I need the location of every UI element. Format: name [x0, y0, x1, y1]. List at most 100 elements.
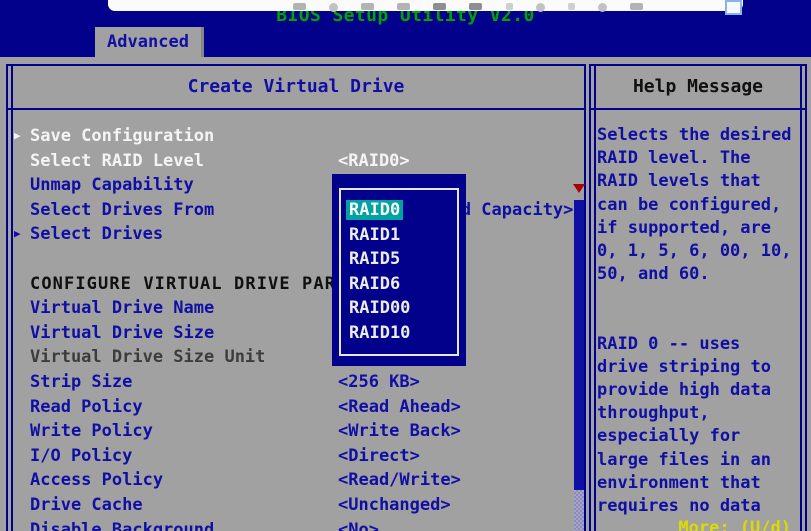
menu-item-label: CONFIGURE VIRTUAL DRIVE PAR — [30, 274, 336, 294]
help-panel-title: Help Message — [591, 66, 805, 110]
menu-item-virtual-drive-size[interactable]: Virtual Drive Size — [14, 321, 570, 346]
help-more-hint: More: (U/d) — [678, 518, 791, 531]
menu-item-access-policy[interactable]: Access Policy <Read/Write> — [14, 468, 570, 493]
menu-item-select-raid-level[interactable]: Select RAID Level <RAID0> — [14, 149, 570, 174]
menu-item-value[interactable]: <Read/Write> — [338, 468, 461, 493]
help-text-line: provide high data — [597, 379, 801, 402]
raid-option-raid10[interactable]: RAID10 — [346, 321, 456, 346]
tab-advanced[interactable]: Advanced — [95, 27, 204, 57]
help-panel: Help Message Selects the desiredRAID lev… — [589, 64, 807, 531]
help-text-line: RAID levels that — [597, 170, 801, 193]
toolbar-rect-icon[interactable] — [293, 3, 306, 10]
browser-toolbar-overlay — [108, 0, 743, 11]
raid-option-raid6[interactable]: RAID6 — [346, 272, 456, 297]
settings-menu: ▶Save ConfigurationSelect RAID Level<RAI… — [14, 124, 570, 531]
raid-level-options: RAID0 RAID1 RAID5 RAID6 RAID00 RAID10 — [346, 198, 456, 346]
toolbar-circle-icon[interactable] — [536, 3, 545, 12]
menu-item-drive-cache[interactable]: Drive Cache <Unchanged> — [14, 493, 570, 518]
menu-item-i-o-policy[interactable]: I/O Policy <Direct> — [14, 444, 570, 469]
submenu-arrow-icon: ▶ — [14, 124, 30, 149]
extension-icon[interactable] — [725, 0, 742, 15]
toolbar-circle-icon[interactable] — [329, 3, 338, 12]
menu-item-select-drives-from[interactable]: Select Drives From<Unconfigured Capacity… — [14, 198, 570, 223]
menu-item-read-policy[interactable]: Read Policy <Read Ahead> — [14, 395, 570, 420]
toolbar-rect-icon[interactable] — [397, 3, 410, 10]
menu-item-value[interactable]: <Write Back> — [338, 419, 461, 444]
help-text-blank-line — [597, 286, 801, 309]
raid-option-raid1[interactable]: RAID1 — [346, 223, 456, 248]
menu-item-label: Virtual Drive Name — [30, 298, 214, 318]
menu-item-value[interactable]: <Direct> — [338, 444, 420, 469]
raid-option-label: RAID00 — [346, 298, 413, 318]
help-text-line: RAID level. The — [597, 147, 801, 170]
toolbar-dark-icon[interactable] — [433, 3, 446, 10]
help-text-line: especially for — [597, 425, 801, 448]
menu-item-label: I/O Policy — [30, 446, 132, 466]
menu-item-label: Read Policy — [30, 397, 143, 417]
scroll-down-icon[interactable] — [573, 184, 585, 193]
menu-item-label: Select RAID Level — [30, 151, 204, 171]
bios-setup-screen: BIOS Setup Utility V2.0 Advanced Create … — [0, 0, 811, 531]
raid-option-label: RAID10 — [346, 323, 413, 343]
raid-option-label: RAID6 — [346, 274, 403, 294]
help-text-line: large files in an — [597, 449, 801, 472]
toolbar-rect-icon[interactable] — [361, 3, 374, 10]
menu-item-virtual-drive-name[interactable]: Virtual Drive Name — [14, 296, 570, 321]
raid-option-label: RAID5 — [346, 249, 403, 269]
create-virtual-drive-panel: Create Virtual Drive ▶Save Configuration… — [6, 64, 586, 531]
menu-item-label: Drive Cache — [30, 495, 143, 515]
raid-option-label: RAID0 — [346, 200, 403, 220]
help-text-line: RAID 0 -- uses — [597, 333, 801, 356]
raid-option-raid0[interactable]: RAID0 — [346, 198, 456, 223]
menu-item-label: Select Drives From — [30, 200, 214, 220]
help-text-line: throughput, — [597, 402, 801, 425]
panel-title: Create Virtual Drive — [8, 66, 584, 110]
help-text-line: can be configured, — [597, 194, 801, 217]
submenu-arrow-icon: ▶ — [14, 222, 30, 247]
menu-item-value[interactable]: <256 KB> — [338, 370, 420, 395]
menu-item-label: Virtual Drive Size Unit — [30, 347, 265, 367]
toolbar-slim-icon[interactable] — [568, 3, 575, 10]
menu-item-label: Disable Background — [30, 520, 214, 531]
menu-item-label: Access Policy — [30, 470, 163, 490]
help-text-blank-line — [597, 310, 801, 333]
menu-item-label: Save Configuration — [30, 126, 214, 146]
menu-item-virtual-drive-size-unit: Virtual Drive Size Unit — [14, 345, 570, 370]
menu-item-value[interactable]: <Read Ahead> — [338, 395, 461, 420]
toolbar-dark-icon[interactable] — [469, 3, 482, 10]
menu-item-label: Write Policy — [30, 421, 153, 441]
menu-item-value[interactable]: <No> — [338, 518, 379, 531]
help-text: Selects the desiredRAID level. TheRAID l… — [597, 124, 801, 518]
menu-row-blank — [14, 247, 570, 272]
menu-item-save-configuration[interactable]: ▶Save Configuration — [14, 124, 570, 149]
raid-option-raid00[interactable]: RAID00 — [346, 296, 456, 321]
menu-item-value[interactable]: <Unchanged> — [338, 493, 451, 518]
menu-item-write-policy[interactable]: Write Policy <Write Back> — [14, 419, 570, 444]
menu-item-value[interactable]: <RAID0> — [338, 149, 410, 174]
menu-item-label: Unmap Capability — [30, 175, 194, 195]
help-text-line: Selects the desired — [597, 124, 801, 147]
raid-level-dropdown: RAID0 RAID1 RAID5 RAID6 RAID00 RAID10 — [332, 174, 466, 366]
help-text-line: environment that — [597, 472, 801, 495]
help-text-line: drive striping to — [597, 356, 801, 379]
menu-item-strip-size[interactable]: Strip Size <256 KB> — [14, 370, 570, 395]
menu-item-configure-virtual-drive-par: CONFIGURE VIRTUAL DRIVE PAR — [14, 272, 570, 297]
toolbar-slim-icon[interactable] — [506, 3, 513, 10]
menu-item-label: Strip Size — [30, 372, 132, 392]
help-text-line: requires no data — [597, 495, 801, 518]
help-text-line: if supported, are — [597, 217, 801, 240]
menu-item-label: Virtual Drive Size — [30, 323, 214, 343]
toolbar-rect-icon[interactable] — [630, 3, 643, 10]
menu-item-unmap-capability[interactable]: Unmap Capability — [14, 173, 570, 198]
scrollbar-track[interactable] — [574, 490, 584, 531]
toolbar-circle-icon[interactable] — [598, 3, 607, 12]
raid-option-label: RAID1 — [346, 225, 403, 245]
scrollbar-thumb[interactable] — [574, 200, 584, 490]
menu-item-label: Select Drives — [30, 224, 163, 244]
help-text-line: 50, and 60. — [597, 263, 801, 286]
menu-item-disable-background[interactable]: Disable Background <No> — [14, 518, 570, 531]
help-text-line: 0, 1, 5, 6, 00, 10, — [597, 240, 801, 263]
raid-option-raid5[interactable]: RAID5 — [346, 247, 456, 272]
menu-item-select-drives[interactable]: ▶Select Drives — [14, 222, 570, 247]
scrollbar[interactable] — [574, 124, 584, 531]
